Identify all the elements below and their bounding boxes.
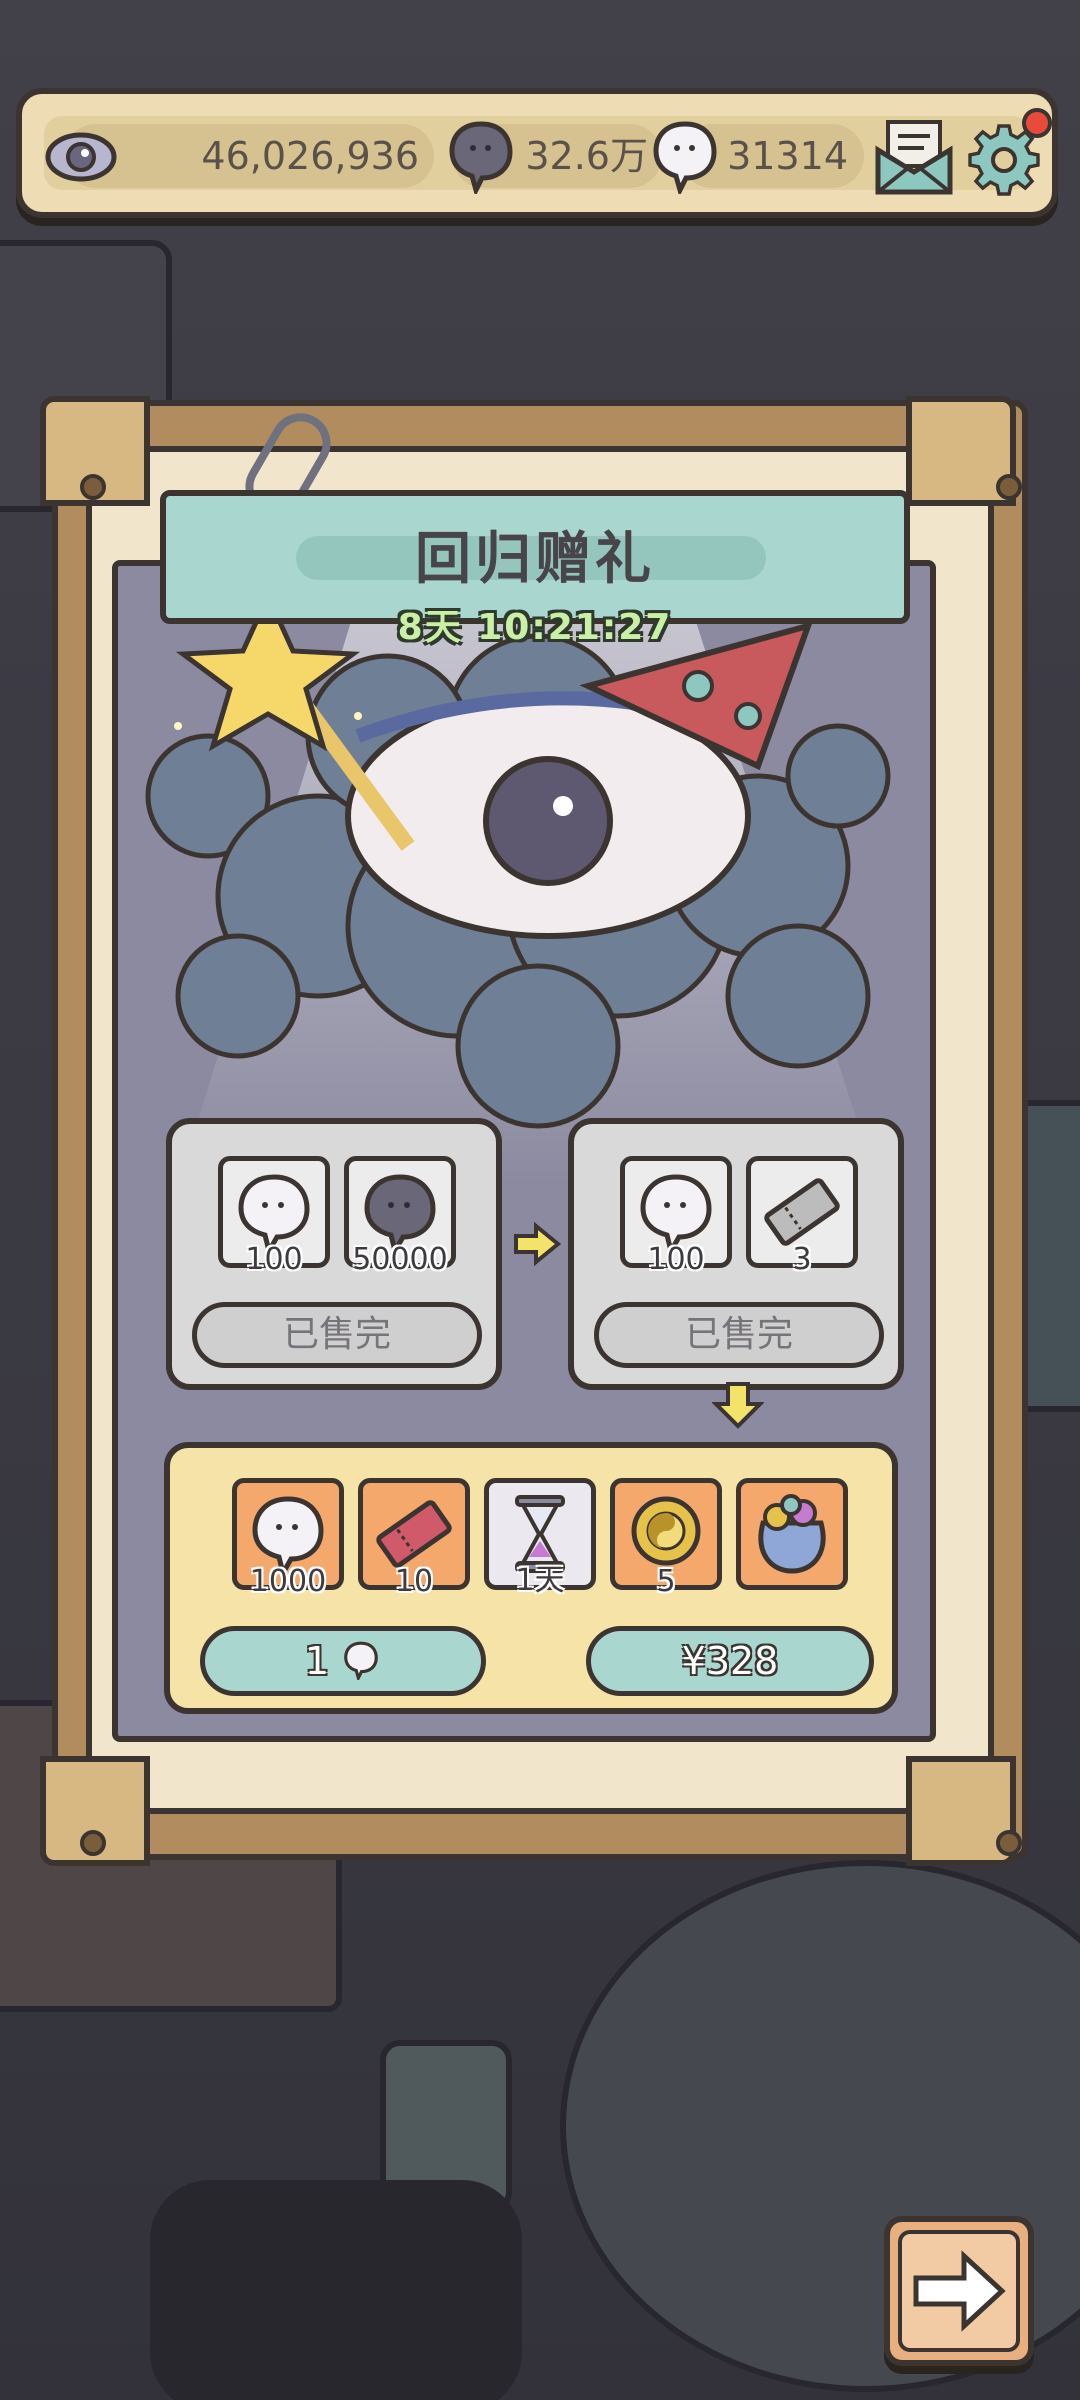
bolt [80,474,106,500]
settings-button[interactable] [964,108,1052,198]
offer-2-slot-1[interactable]: 100 [620,1156,732,1277]
arrow-right-icon [512,1221,562,1267]
treasure-bag-icon [758,1494,826,1574]
buy-with-money-button[interactable]: ¥328 [586,1626,874,1696]
mail-button[interactable] [872,114,956,198]
mail-icon [875,120,953,195]
arrow-down-icon [711,1380,765,1430]
bundle-slot-2[interactable]: 10 [358,1478,470,1599]
gift-bundle-card: 1000 10 1天 5 1 ¥328 [164,1442,898,1714]
bundle-slot-4[interactable]: 5 [610,1478,722,1599]
countdown-timer: 8天 10:21:27 [397,607,673,648]
bundle-slot-4-qty: 5 [656,1564,676,1599]
bolt [80,1830,106,1856]
eye-currency-pill: 46,026,936 [64,124,434,188]
white-bubble-icon [344,1641,378,1683]
dark-bubble-icon [446,118,516,197]
buy-with-bubble-button[interactable]: 1 [200,1626,486,1696]
bundle-slot-3[interactable]: 1天 [484,1478,596,1598]
offer-card-1: 100 50000 已售完 [166,1118,502,1390]
offer-2-slot-2[interactable]: 3 [746,1156,858,1277]
offer-1-sold-out-button[interactable]: 已售完 [192,1302,482,1368]
bolt [996,474,1022,500]
next-button[interactable] [884,2216,1034,2366]
offer-2-sold-out-button[interactable]: 已售完 [594,1302,884,1368]
bolt [996,1830,1022,1856]
bundle-slot-3-qty: 1天 [515,1563,565,1598]
notification-dot [1022,108,1052,138]
offer-1-slot-1[interactable]: 100 [218,1156,330,1277]
buy-bubble-price: 1 [304,1639,330,1683]
offer-1-slot-1-qty: 100 [245,1242,303,1277]
bundle-slot-1[interactable]: 1000 [232,1478,344,1599]
bundle-slot-2-qty: 10 [394,1564,434,1599]
eye-icon [44,120,118,194]
offer-2-slot-1-qty: 100 [647,1242,705,1277]
gift-title: 回归赠礼 [415,527,655,592]
white-bubble-icon [650,118,720,197]
offer-1-slot-2[interactable]: 50000 [344,1156,456,1277]
offer-card-2: 100 3 已售完 [568,1118,904,1390]
arrow-right-icon [898,2230,1020,2352]
offer-2-slot-2-qty: 3 [792,1242,812,1277]
offer-1-slot-2-qty: 50000 [352,1242,448,1277]
bundle-slot-1-qty: 1000 [249,1564,327,1599]
bundle-slot-5[interactable] [736,1478,848,1590]
currency-bar: 46,026,936 32.6万 31314 [16,88,1058,218]
